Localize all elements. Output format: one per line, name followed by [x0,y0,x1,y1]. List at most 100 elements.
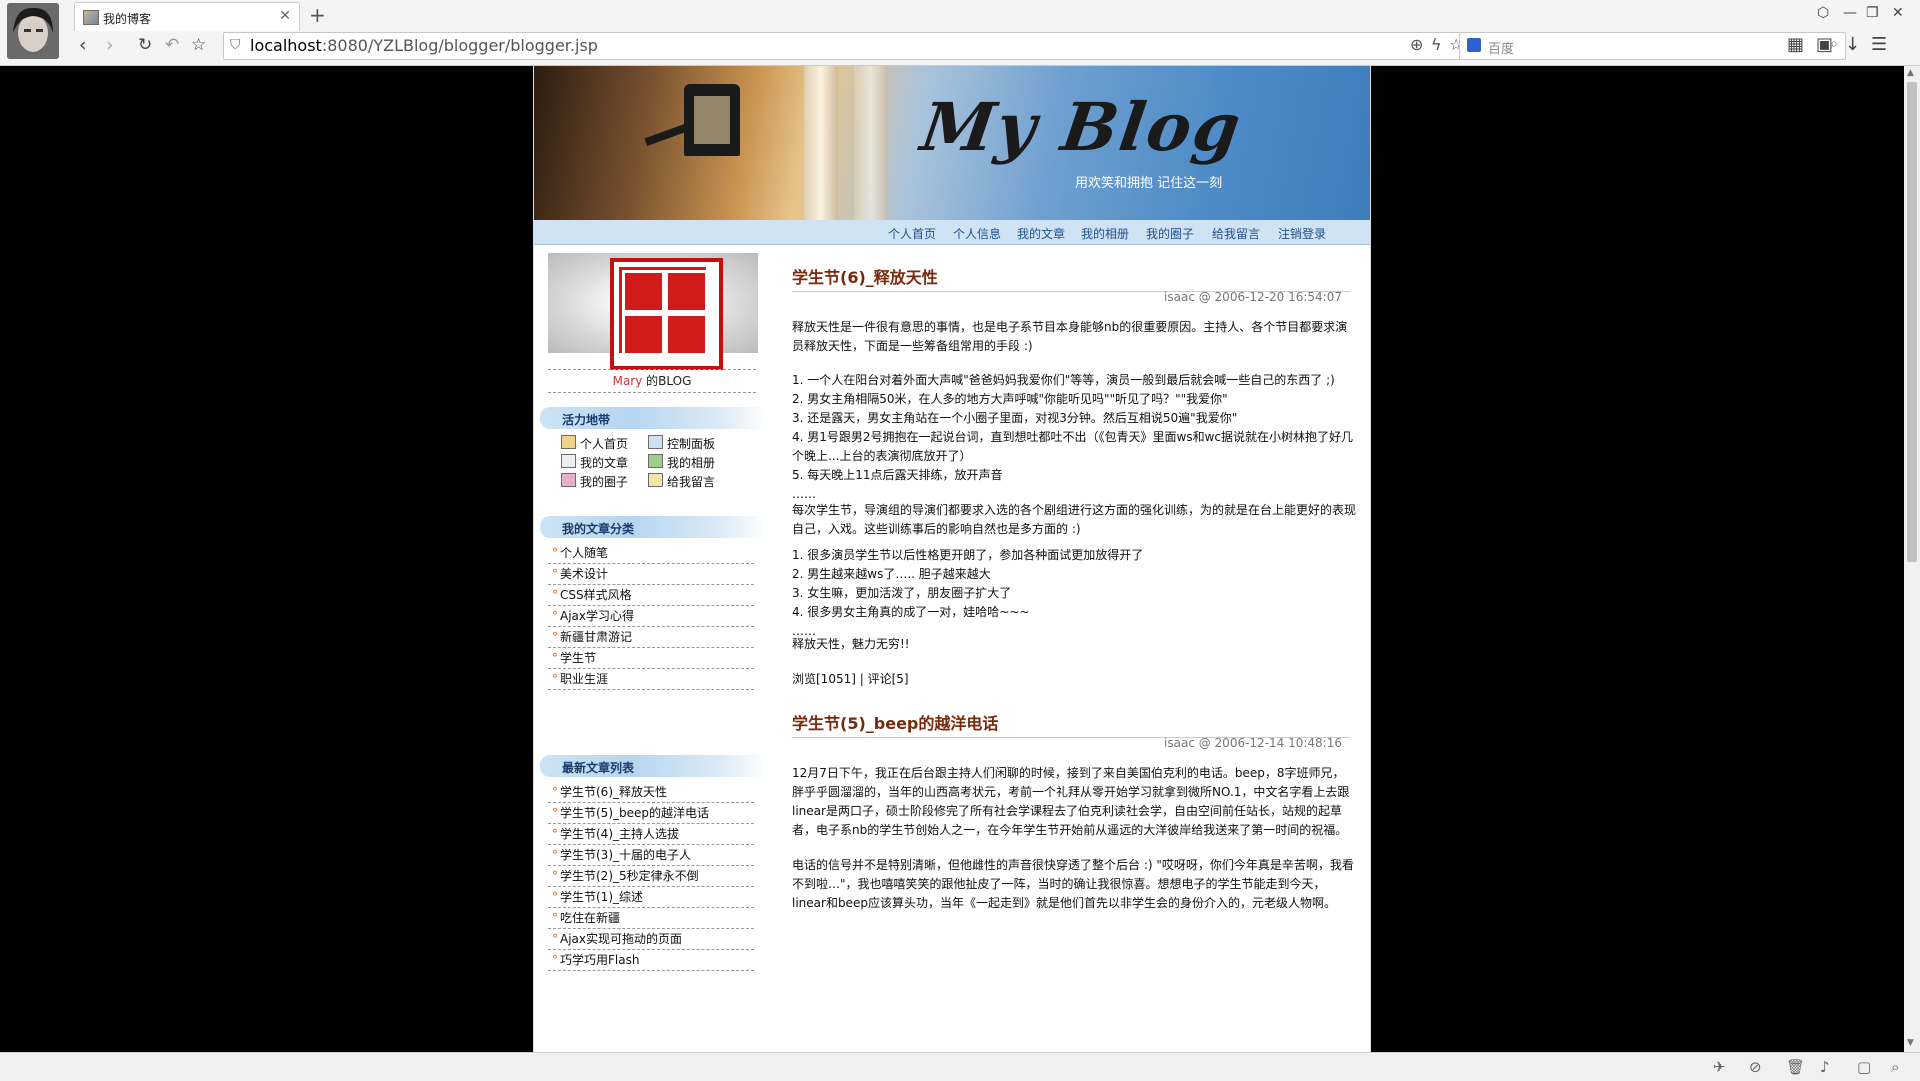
article-title[interactable]: 学生节(6)_释放天性 [792,264,1350,292]
blog-owner-line: Mary 的BLOG [548,369,756,393]
volume-icon[interactable]: ♪ [1820,1058,1830,1076]
article-paragraph: 释放天性是一件很有意思的事情，也是电子系节目本身能够nb的很重要原因。主持人、各… [792,320,1348,353]
recent-article-item[interactable]: ° 学生节(4)_主持人选拔 [548,824,754,845]
browser-toolbar: 我的博客 ✕ + ⬡ — ❐ ✕ ‹ › ↻ ↶ ☆ ⛉ localhost:8… [0,0,1920,66]
speed-icon[interactable]: ⊘ [1749,1058,1762,1076]
vertical-scrollbar[interactable]: ▲ ▼ [1904,66,1920,1052]
comments-link[interactable]: 评论[5] [868,672,909,686]
site-info-shield-icon[interactable]: ⛉ [230,37,241,53]
hotspot-articles[interactable]: 我的文章 [561,454,628,471]
browser-tab[interactable]: 我的博客 ✕ [74,2,300,31]
sidebar: Mary 的BLOG 活力地带 个人首页 控制面板 我的文章 我的相册 我的圈子… [534,245,770,1052]
photo-icon [648,454,663,468]
pin-window-icon[interactable]: ⬡ [1817,5,1829,21]
menu-album[interactable]: 我的相册 [1081,225,1129,242]
category-item[interactable]: ° 学生节 [548,648,754,669]
header-banner: My Blog 用欢笑和拥抱 记住这一刻 [534,66,1370,220]
tab-close-icon[interactable]: ✕ [279,8,291,24]
article-paragraph: 电话的信号并不是特别清晰，但他雌性的声音很快穿透了整个后台 :) "哎呀呀，你们… [792,858,1354,910]
window-icon[interactable]: ▢ [1857,1058,1871,1076]
blog-menu-bar: 个人首页 个人信息 我的文章 我的相册 我的圈子 给我留言 注销登录 [534,220,1370,245]
banner-column [804,66,838,220]
hotspot-control-panel[interactable]: 控制面板 [648,435,715,452]
recent-article-item[interactable]: ° 学生节(6)_释放天性 [548,782,754,803]
bookmark-star-icon[interactable]: ☆ [191,35,206,55]
download-icon[interactable]: ↓ [1845,34,1860,55]
zoom-search-icon[interactable]: ⌕ [1891,1058,1899,1076]
scroll-down-icon[interactable]: ▼ [1907,1038,1914,1048]
people-icon [561,473,576,487]
banner-column [854,66,888,220]
hotspot-album[interactable]: 我的相册 [648,454,715,471]
recent-article-item[interactable]: ° 学生节(5)_beep的越洋电话 [548,803,754,824]
undo-close-icon[interactable]: ↶ [165,35,179,55]
trash-icon[interactable]: 🗑 [1786,1058,1805,1076]
menu-circle[interactable]: 我的圈子 [1146,225,1194,242]
article-meta: isaac @ 2006-12-14 10:48:16 [1164,736,1342,750]
categories-heading: 我的文章分类 [540,516,766,538]
new-tab-icon[interactable]: + [309,3,326,27]
minimize-icon[interactable]: — [1843,5,1857,21]
category-item[interactable]: ° 美术设计 [548,564,754,585]
apps-grid-icon[interactable]: ▦ [1787,34,1804,55]
blog-subtitle: 用欢笑和拥抱 记住这一刻 [1075,176,1223,191]
article-paragraph: 每次学生节，导演组的导演们都要求入选的各个剧组进行这方面的强化训练，为的就是在台… [792,503,1357,536]
document-icon [561,454,576,468]
restore-window-icon[interactable]: ❐ [1866,5,1879,21]
article-area: 学生节(6)_释放天性 isaac @ 2006-12-20 16:54:07 … [786,245,1357,1052]
hotspot-home[interactable]: 个人首页 [561,435,628,452]
seal-background [548,253,758,370]
category-item[interactable]: ° 职业生涯 [548,669,754,690]
recent-article-item[interactable]: ° 吃住在新疆 [548,908,754,929]
zoom-icon[interactable]: ⊕ [1410,35,1423,54]
category-item[interactable]: ° 个人随笔 [548,543,754,564]
address-bar[interactable]: ⛉ localhost:8080/YZLBlog/blogger/blogger… [223,32,1490,60]
recent-article-item[interactable]: ° 巧学巧用Flash [548,950,754,971]
back-icon[interactable]: ‹ [79,34,87,56]
navigation-bar: ‹ › ↻ ↶ ☆ ⛉ localhost:8080/YZLBlog/blogg… [70,32,1920,64]
hotspot-circle[interactable]: 我的圈子 [561,473,628,490]
menu-guestbook[interactable]: 给我留言 [1212,225,1260,242]
forward-icon[interactable]: › [106,34,114,56]
reload-icon[interactable]: ↻ [138,35,152,55]
user-avatar[interactable] [7,3,59,59]
tab-title: 我的博客 [103,12,152,26]
article-meta: isaac @ 2006-12-20 16:54:07 [1164,290,1342,304]
category-item[interactable]: ° Ajax学习心得 [548,606,754,627]
owner-name[interactable]: Mary [613,374,643,388]
lightning-icon[interactable]: ϟ [1431,35,1442,54]
recent-article-item[interactable]: ° Ajax实现可拖动的页面 [548,929,754,950]
recent-article-item[interactable]: ° 学生节(2)_5秒定律永不倒 [548,866,754,887]
views-link[interactable]: 浏览[1051] [792,672,856,686]
home-icon [561,435,576,449]
menu-profile[interactable]: 个人信息 [953,225,1001,242]
extension-pin-icon[interactable]: ✈ [1713,1058,1726,1076]
scroll-up-icon[interactable]: ▲ [1907,68,1914,78]
category-item[interactable]: ° CSS样式风格 [548,585,754,606]
article-paragraph: 12月7日下午，我正在后台跟主持人们闲聊的时候，接到了来自美国伯克利的电话。be… [792,766,1350,837]
hotspot-guestbook[interactable]: 给我留言 [648,473,715,490]
close-window-icon[interactable]: ✕ [1892,5,1904,21]
recent-heading: 最新文章列表 [540,755,766,777]
category-item[interactable]: ° 新疆甘肃游记 [548,627,754,648]
status-bar: ✈ ⊘ 🗑 ♪ ▢ ⌕ [0,1052,1920,1081]
sidebar-panel-icon[interactable]: ▣ [1816,34,1833,55]
scrollbar-thumb[interactable] [1907,82,1917,562]
category-list: ° 个人随笔 ° 美术设计 ° CSS样式风格 ° Ajax学习心得 ° 新疆甘肃游记 °… [548,543,754,690]
lamp-glass [694,96,730,144]
recent-article-item[interactable]: ° 学生节(1)_综述 [548,887,754,908]
menu-articles[interactable]: 我的文章 [1017,225,1065,242]
seal-stamp-image [610,258,723,370]
recent-article-item[interactable]: ° 学生节(3)_十届的电子人 [548,845,754,866]
article-stats: 浏览[1051] | 评论[5] [792,672,909,686]
control-panel-icon [648,435,663,449]
article-title[interactable]: 学生节(5)_beep的越洋电话 [792,710,1350,738]
blog-title: My Blog [916,88,1247,166]
baidu-logo-icon [1467,38,1481,52]
owner-suffix: 的BLOG [642,374,692,388]
menu-home[interactable]: 个人首页 [888,225,936,242]
hotspot-heading: 活力地带 [540,407,766,429]
page-favicon-icon [83,10,99,25]
menu-logout[interactable]: 注销登录 [1278,225,1326,242]
menu-hamburger-icon[interactable]: ☰ [1871,34,1887,55]
